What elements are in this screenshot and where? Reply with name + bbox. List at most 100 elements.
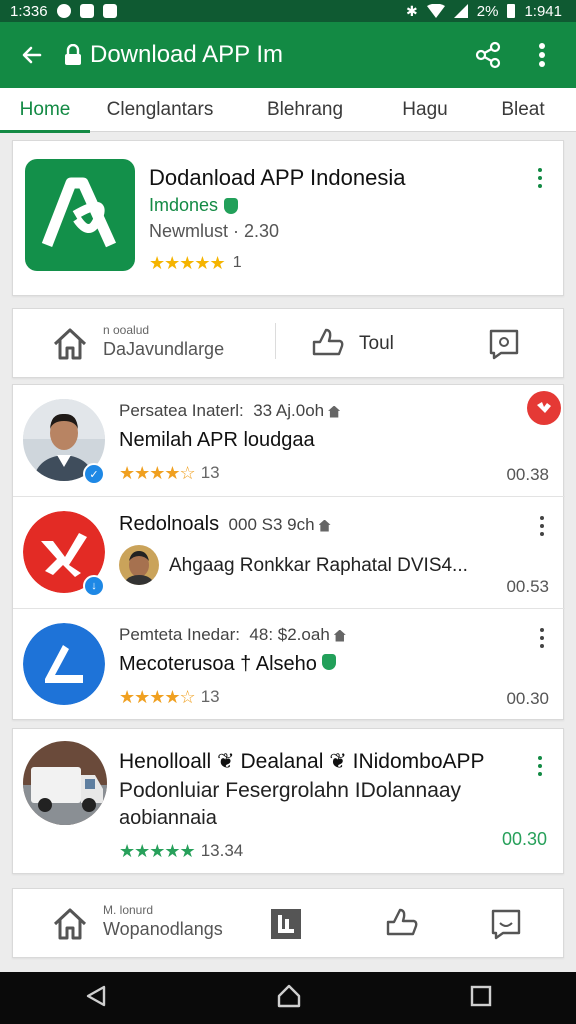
more-vertical-icon — [539, 43, 545, 67]
lock-icon — [64, 44, 82, 66]
star-rating-icon: ★★★★★ — [119, 841, 196, 861]
developer-name: Imdones — [149, 195, 219, 215]
status-right: ✱ 2% 1:941 — [406, 3, 562, 20]
item-menu-button[interactable] — [531, 623, 553, 653]
app-detail-card[interactable]: Dodanload APP Indonesia Imdones Newmlust… — [12, 140, 564, 296]
triangle-back-icon — [86, 985, 106, 1006]
tab-home[interactable]: Home — [0, 88, 90, 133]
item-meta: Persatea Inaterl: 33 Aj.0oh — [119, 401, 341, 421]
featured-title: Henolloall ❦ Dealanal ❦ INidomboAPP — [119, 750, 485, 773]
verified-badge-icon — [322, 654, 337, 670]
message-icon — [79, 4, 94, 18]
recents-nav-button[interactable] — [470, 985, 492, 1012]
featured-rating: ★★★★★ 13.34 — [119, 841, 243, 861]
more-options-button[interactable] — [522, 35, 562, 75]
avatar — [119, 545, 159, 585]
divider — [275, 323, 276, 359]
battery-icon — [507, 4, 516, 18]
notification-icon — [56, 4, 71, 18]
shopping-icon — [102, 4, 117, 18]
share-icon — [475, 41, 501, 69]
app-meta: Newmlust · 2.30 — [149, 221, 280, 241]
app-logo — [25, 159, 135, 271]
tab-clenglantars[interactable]: Clenglantars — [90, 88, 230, 132]
wifi-icon — [426, 4, 445, 18]
tab-hagu[interactable]: Hagu — [380, 88, 470, 132]
app-list: ✓ Persatea Inaterl: 33 Aj.0oh Nemilah AP… — [12, 384, 565, 721]
house-icon — [333, 629, 346, 642]
item-menu-button[interactable] — [531, 511, 553, 541]
verified-badge-icon: ✓ — [83, 463, 105, 485]
rating-count: 13.34 — [200, 841, 244, 860]
tab-bleat[interactable]: Bleat — [470, 88, 576, 132]
action-tool-label[interactable]: Toul — [359, 333, 394, 355]
home-nav-button[interactable] — [276, 983, 302, 1014]
status-bar: 1:336 ✱ 2% 1:941 — [0, 0, 576, 22]
thumbs-up-icon[interactable] — [309, 323, 347, 361]
item-title: Mecoterusoa † Alseho — [119, 653, 337, 676]
star-rating-icon: ★★★★☆ — [119, 687, 196, 707]
status-time-right: 1:941 — [524, 2, 562, 20]
item-rating: ★★★★☆ 13 — [119, 687, 220, 707]
app-bar: Download APP Im — [0, 22, 576, 88]
chat-icon[interactable] — [487, 905, 525, 943]
list-item[interactable]: Pemteta Inedar: 48: $2.oah Mecoterusoa †… — [13, 609, 565, 721]
action-big-label[interactable]: Wopanodlangs — [103, 919, 223, 940]
home-icon[interactable] — [51, 905, 89, 943]
download-badge-icon: ↓ — [83, 575, 105, 597]
system-nav-bar — [0, 972, 576, 1024]
tab-blehrang[interactable]: Blehrang — [230, 88, 380, 132]
featured-menu-button[interactable] — [529, 751, 551, 781]
library-icon[interactable] — [267, 905, 305, 943]
home-nav-icon — [277, 984, 301, 1007]
thumbs-up-icon[interactable] — [383, 903, 421, 941]
featured-app-card[interactable]: Henolloall ❦ Dealanal ❦ INidomboAPP Podo… — [12, 728, 564, 874]
notification-badge[interactable] — [527, 391, 561, 425]
featured-subtitle: Podonluiar Fesergrolahn IDolannaay — [119, 779, 462, 802]
item-title: Ahgaag Ronkkar Raphatal DVIS4... — [169, 555, 468, 576]
status-left: 1:336 — [10, 3, 117, 20]
arrow-left-icon — [22, 46, 42, 64]
featured-price: 00.30 — [501, 829, 547, 849]
featured-thumbnail — [23, 741, 107, 825]
action-big-label[interactable]: DaJavundlarge — [103, 339, 224, 360]
action-small-label: M. lonurd — [103, 903, 154, 917]
list-item[interactable]: ✓ Persatea Inaterl: 33 Aj.0oh Nemilah AP… — [13, 385, 565, 497]
item-meta: Redolnoals 000 S3 9ch — [119, 513, 331, 536]
star-rating-icon: ★★★★★ — [149, 253, 226, 273]
status-time-left: 1:336 — [10, 2, 48, 20]
house-icon — [318, 519, 331, 532]
chat-icon[interactable] — [485, 325, 523, 363]
item-meta: Pemteta Inedar: 48: $2.oah — [119, 625, 346, 645]
item-price: 00.53 — [506, 577, 549, 596]
home-icon[interactable] — [51, 325, 89, 363]
list-item[interactable]: ↓ Redolnoals 000 S3 9ch Ahgaag Ronkkar R… — [13, 497, 565, 609]
app-menu-button[interactable] — [529, 163, 551, 193]
rating-count: 13 — [200, 463, 220, 482]
featured-subtitle-2: aobiannaia — [119, 807, 217, 829]
item-title: Nemilah APR loudgaa — [119, 429, 315, 451]
back-button[interactable] — [14, 37, 50, 73]
square-recents-icon — [470, 985, 492, 1006]
action-small-label: n ooalud — [103, 323, 150, 337]
rating-count: 13 — [200, 687, 220, 706]
item-rating: ★★★★☆ 13 — [119, 463, 220, 483]
verified-badge-icon — [224, 197, 239, 214]
back-nav-button[interactable] — [84, 984, 108, 1013]
app-name: Dodanload APP Indonesia — [149, 165, 406, 190]
page-title: Download APP Im — [90, 41, 283, 68]
bluetooth-icon: ✱ — [406, 2, 418, 19]
alert-icon — [537, 402, 551, 413]
star-rating-icon: ★★★★☆ — [119, 463, 196, 483]
action-bar-top: n ooalud DaJavundlarge Toul — [12, 308, 564, 378]
signal-icon — [453, 4, 468, 18]
action-bar-bottom: M. lonurd Wopanodlangs — [12, 888, 564, 958]
app-logo-glyph — [41, 177, 117, 248]
avatar — [23, 623, 105, 705]
app-rating: ★★★★★ 1 — [149, 254, 242, 272]
share-button[interactable] — [468, 35, 508, 75]
item-price: 00.38 — [506, 465, 549, 484]
developer-row[interactable]: Imdones — [149, 195, 239, 216]
battery-percent: 2% — [476, 2, 499, 20]
item-price: 00.30 — [506, 689, 549, 708]
